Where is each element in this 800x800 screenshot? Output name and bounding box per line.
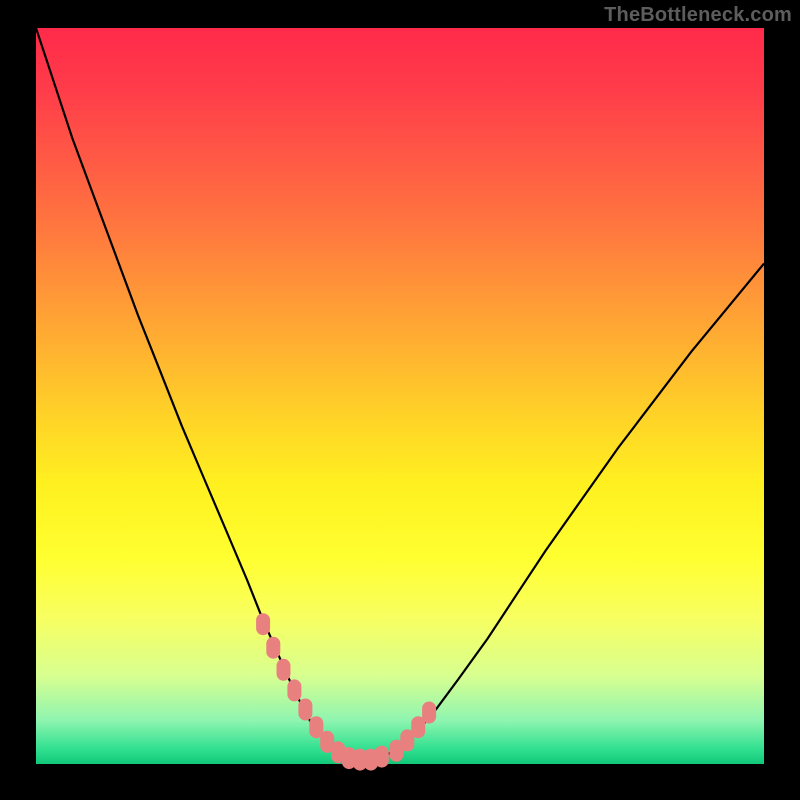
- bottleneck-curve: [36, 28, 764, 760]
- marker-group: [256, 613, 436, 770]
- watermark-text: TheBottleneck.com: [604, 4, 792, 27]
- outer-frame: TheBottleneck.com: [0, 0, 800, 800]
- highlight-dot: [422, 702, 436, 724]
- highlight-dot: [375, 746, 389, 768]
- highlight-dot: [256, 613, 270, 635]
- highlight-dot: [277, 659, 291, 681]
- highlight-dot: [298, 699, 312, 721]
- highlight-dot: [287, 679, 301, 701]
- chart-svg: [36, 28, 764, 764]
- highlight-dot: [266, 637, 280, 659]
